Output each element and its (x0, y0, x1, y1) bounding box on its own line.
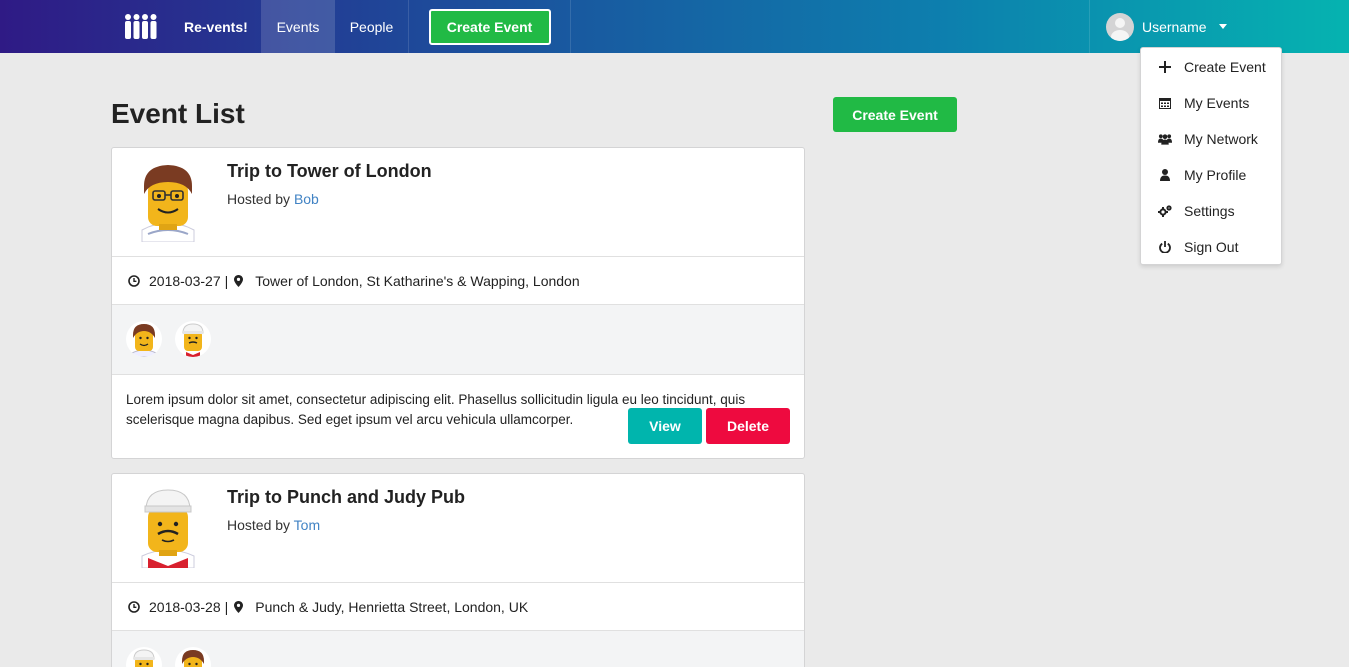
host-avatar[interactable] (136, 486, 200, 569)
event-card: Trip to Punch and Judy Pub Hosted by Tom… (111, 473, 805, 667)
menu-item-label: My Network (1184, 131, 1258, 147)
menu-item-sign-out[interactable]: Sign Out (1141, 229, 1281, 265)
event-title[interactable]: Trip to Punch and Judy Pub (227, 487, 465, 508)
host-avatar[interactable] (136, 160, 200, 243)
meta-separator: | (224, 599, 229, 615)
people-group-logo-icon (125, 13, 157, 39)
user-menu-trigger[interactable]: Username (1089, 0, 1349, 53)
menu-item-label: Settings (1184, 203, 1235, 219)
event-title[interactable]: Trip to Tower of London (227, 161, 432, 182)
host-link[interactable]: Tom (294, 517, 320, 533)
hosted-by-label: Hosted by (227, 191, 294, 207)
event-card: Trip to Tower of London Hosted by Bob 20… (111, 147, 805, 459)
attendee-avatar[interactable] (175, 647, 211, 667)
create-event-button[interactable]: Create Event (833, 97, 957, 132)
clock-icon (128, 275, 140, 287)
top-navbar: Re-vents! Events People Create Event Use… (0, 0, 1349, 53)
page-title: Event List (111, 98, 245, 129)
menu-item-label: Sign Out (1184, 239, 1239, 255)
calendar-icon (1158, 96, 1172, 110)
delete-button[interactable]: Delete (706, 408, 790, 444)
event-host-line: Hosted by Tom (227, 517, 320, 533)
nav-create-container: Create Event (409, 0, 571, 53)
user-avatar (1106, 12, 1134, 41)
hosted-by-label: Hosted by (227, 517, 294, 533)
clock-icon (128, 601, 140, 613)
event-meta-line: 2018-03-27 | Tower of London, St Kathari… (128, 273, 580, 289)
map-marker-icon (232, 275, 244, 287)
map-marker-icon (232, 601, 244, 613)
event-meta: 2018-03-27 | Tower of London, St Kathari… (112, 257, 804, 305)
event-meta-line: 2018-03-28 | Punch & Judy, Henrietta Str… (128, 599, 528, 615)
menu-item-label: My Profile (1184, 167, 1247, 183)
brand-name[interactable]: Re-vents! (170, 0, 261, 53)
menu-item-settings[interactable]: Settings (1141, 193, 1281, 229)
host-link[interactable]: Bob (294, 191, 319, 207)
plus-icon (1158, 60, 1172, 74)
user-icon (1158, 168, 1172, 182)
meta-separator: | (224, 273, 229, 289)
users-icon (1158, 132, 1172, 146)
nav-events[interactable]: Events (261, 0, 335, 53)
menu-item-my-profile[interactable]: My Profile (1141, 157, 1281, 193)
event-host-line: Hosted by Bob (227, 191, 319, 207)
attendee-avatar[interactable] (126, 321, 162, 357)
power-icon (1158, 240, 1172, 254)
attendee-avatar[interactable] (175, 321, 211, 357)
attendee-list (112, 631, 804, 667)
attendee-list (112, 305, 804, 375)
attendee-avatar[interactable] (126, 647, 162, 667)
nav-create-event-button[interactable]: Create Event (428, 8, 551, 45)
event-date: 2018-03-28 (149, 599, 221, 615)
user-dropdown-menu: Create Event My Events My Network My Pro… (1140, 47, 1282, 265)
settings-icon (1158, 204, 1172, 218)
event-date: 2018-03-27 (149, 273, 221, 289)
event-meta: 2018-03-28 | Punch & Judy, Henrietta Str… (112, 583, 804, 631)
event-header: Trip to Punch and Judy Pub Hosted by Tom (112, 474, 804, 583)
event-venue: Punch & Judy, Henrietta Street, London, … (255, 599, 529, 615)
logo[interactable] (112, 0, 170, 53)
menu-item-label: My Events (1184, 95, 1250, 111)
menu-item-create-event[interactable]: Create Event (1141, 49, 1281, 85)
menu-item-my-events[interactable]: My Events (1141, 85, 1281, 121)
event-header: Trip to Tower of London Hosted by Bob (112, 148, 804, 257)
username: Username (1142, 18, 1207, 35)
event-venue: Tower of London, St Katharine's & Wappin… (255, 273, 580, 289)
chevron-down-icon (1218, 24, 1227, 29)
view-button[interactable]: View (628, 408, 702, 444)
nav-people[interactable]: People (335, 0, 409, 53)
menu-item-label: Create Event (1184, 59, 1266, 75)
menu-item-my-network[interactable]: My Network (1141, 121, 1281, 157)
event-description-section: Lorem ipsum dolor sit amet, consectetur … (112, 375, 804, 458)
